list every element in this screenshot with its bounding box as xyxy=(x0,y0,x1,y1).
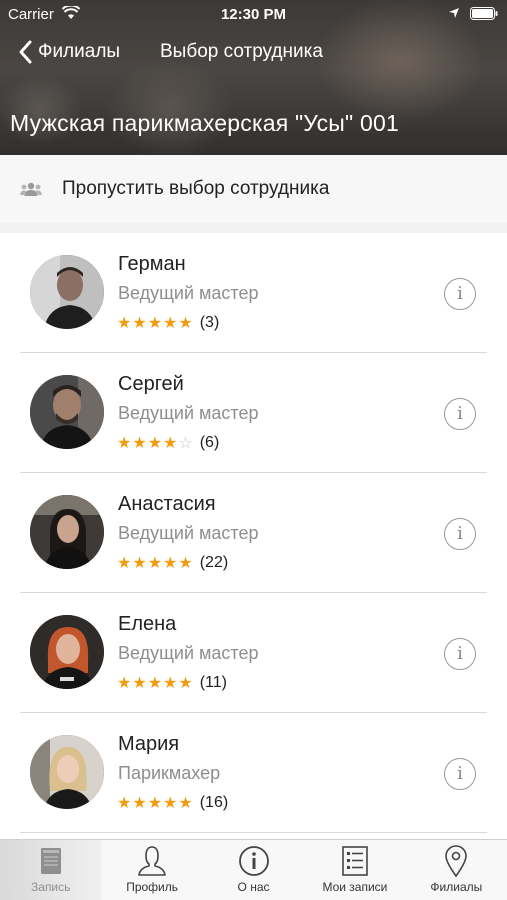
salon-title: Мужская парикмахерская "Усы" 001 xyxy=(10,110,399,136)
staff-role: Ведущий мастер xyxy=(118,643,259,663)
staff-name: Герман xyxy=(118,253,186,275)
staff-row[interactable]: Герман Ведущий мастер ★★★★★ (3) i xyxy=(0,233,507,353)
info-icon xyxy=(238,846,269,876)
avatar xyxy=(30,375,104,449)
rating: ★★★★☆ (6) xyxy=(117,433,219,452)
profile-icon xyxy=(138,846,166,876)
nav-title: Выбор сотрудника xyxy=(160,41,323,62)
staff-name: Сергей xyxy=(118,373,184,395)
skip-staff-selection[interactable]: Пропустить выбор сотрудника xyxy=(0,155,507,223)
rating: ★★★★★ (11) xyxy=(117,673,227,692)
avatar xyxy=(30,615,104,689)
rating: ★★★★★ (3) xyxy=(117,313,219,332)
navigation-bar: Филиалы Выбор сотрудника xyxy=(0,36,507,70)
info-icon[interactable]: i xyxy=(444,638,476,670)
review-count: (22) xyxy=(199,553,229,571)
avatar xyxy=(30,255,104,329)
star-rating: ★★★★★ xyxy=(117,673,194,692)
review-count: (6) xyxy=(199,433,220,451)
review-count: (16) xyxy=(199,793,229,811)
tab-label: Профиль xyxy=(126,880,179,894)
staff-role: Ведущий мастер xyxy=(118,403,259,423)
tab-label: Мои записи xyxy=(322,880,388,894)
avatar xyxy=(30,735,104,809)
rating: ★★★★★ (22) xyxy=(117,553,228,572)
back-label: Филиалы xyxy=(38,41,121,62)
tab-profile[interactable]: Профиль xyxy=(101,840,202,900)
info-icon[interactable]: i xyxy=(444,758,476,790)
staff-name: Мария xyxy=(118,733,180,755)
chevron-left-icon xyxy=(19,40,32,64)
star-rating: ★★★★☆ xyxy=(117,433,194,452)
staff-role: Ведущий мастер xyxy=(118,523,259,543)
book-icon xyxy=(40,848,61,874)
location-pin-icon xyxy=(445,845,468,878)
battery-icon xyxy=(470,7,498,20)
info-icon[interactable]: i xyxy=(444,518,476,550)
location-arrow-icon xyxy=(449,8,459,18)
tab-branches[interactable]: Филиалы xyxy=(406,840,507,900)
tab-booking[interactable]: Запись xyxy=(0,840,102,900)
staff-name: Анастасия xyxy=(118,493,216,515)
staff-row[interactable]: Елена Ведущий мастер ★★★★★ (11) i xyxy=(0,593,507,713)
staff-row[interactable]: Сергей Ведущий мастер ★★★★☆ (6) i xyxy=(0,353,507,473)
star-rating: ★★★★★ xyxy=(117,313,194,332)
tab-label: Запись xyxy=(31,880,71,894)
staff-list: Герман Ведущий мастер ★★★★★ (3) i Сергей… xyxy=(0,233,507,839)
avatar xyxy=(30,495,104,569)
tab-label: Филиалы xyxy=(430,880,483,894)
review-count: (11) xyxy=(199,673,227,691)
status-bar: Carrier 12:30 PM xyxy=(0,0,507,30)
header: Carrier 12:30 PM Филиалы Выбор сотрудник… xyxy=(0,0,507,155)
review-count: (3) xyxy=(199,313,220,331)
group-icon xyxy=(20,182,42,196)
skip-label: Пропустить выбор сотрудника xyxy=(62,178,330,199)
info-icon[interactable]: i xyxy=(444,278,476,310)
back-button[interactable]: Филиалы xyxy=(18,36,120,68)
tab-about[interactable]: О нас xyxy=(203,840,304,900)
staff-row[interactable]: Мария Парикмахер ★★★★★ (16) i xyxy=(0,713,507,833)
info-icon[interactable]: i xyxy=(444,398,476,430)
tab-bar: Запись Профиль О нас Мои записи Филиалы xyxy=(0,839,507,900)
list-icon xyxy=(342,846,368,876)
star-rating: ★★★★★ xyxy=(117,553,194,572)
clock: 12:30 PM xyxy=(220,6,287,23)
tab-label: О нас xyxy=(237,880,270,894)
staff-name: Елена xyxy=(118,613,177,635)
staff-role: Ведущий мастер xyxy=(118,283,259,303)
tab-my-bookings[interactable]: Мои записи xyxy=(304,840,405,900)
staff-row[interactable]: Анастасия Ведущий мастер ★★★★★ (22) i xyxy=(0,473,507,593)
staff-role: Парикмахер xyxy=(118,763,221,783)
star-rating: ★★★★★ xyxy=(117,793,194,812)
rating: ★★★★★ (16) xyxy=(117,793,228,812)
